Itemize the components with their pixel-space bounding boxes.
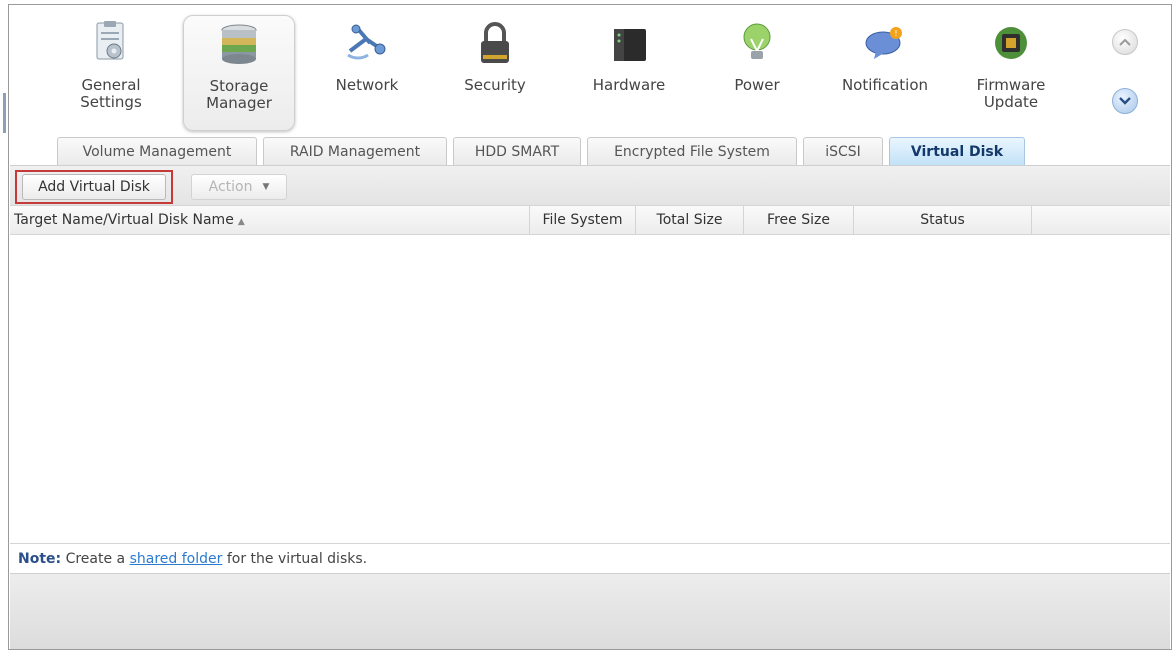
app-label: Security: [464, 76, 526, 94]
caret-down-icon: ▼: [262, 182, 270, 192]
add-virtual-disk-button[interactable]: Add Virtual Disk: [22, 174, 166, 200]
col-free-size[interactable]: Free Size: [744, 206, 854, 234]
hardware-icon: [606, 21, 652, 65]
app-label: Storage Manager: [206, 77, 272, 112]
grid-body: [10, 235, 1170, 543]
footer-bar: [10, 573, 1170, 649]
scroll-up-button[interactable]: [1112, 29, 1138, 55]
note-bar: Note: Create a shared folder for the vir…: [10, 543, 1170, 573]
power-bulb-icon: [734, 21, 780, 65]
app-label: Network: [335, 76, 399, 94]
action-dropdown[interactable]: Action ▼: [191, 174, 287, 200]
notification-icon: !: [862, 21, 908, 65]
col-total-size[interactable]: Total Size: [636, 206, 744, 234]
col-status[interactable]: Status: [854, 206, 1032, 234]
action-label: Action: [208, 179, 253, 195]
app-label: Notification: [841, 76, 929, 94]
tab-raid-management[interactable]: RAID Management: [263, 137, 447, 167]
storage-manager-icon: [216, 22, 262, 66]
general-settings-icon: [88, 21, 134, 65]
app-power[interactable]: Power: [709, 15, 805, 131]
tab-encrypted-file-system[interactable]: Encrypted File System: [587, 137, 797, 167]
svg-text:!: !: [894, 29, 897, 38]
sort-asc-icon: ▲: [237, 217, 245, 227]
app-label: Power: [734, 76, 780, 94]
app-label: General Settings: [80, 76, 142, 111]
app-general-settings[interactable]: General Settings: [63, 15, 159, 131]
app-notification[interactable]: ! Notification: [837, 15, 933, 131]
app-hardware[interactable]: Hardware: [581, 15, 677, 131]
chevron-down-icon: [1119, 97, 1131, 105]
note-text-after: for the virtual disks.: [222, 551, 368, 567]
network-icon: [344, 21, 390, 65]
tab-volume-management[interactable]: Volume Management: [57, 137, 257, 167]
app-label: Hardware: [592, 76, 666, 94]
app-security[interactable]: Security: [447, 15, 543, 131]
tab-iscsi[interactable]: iSCSI: [803, 137, 883, 167]
col-target-name[interactable]: Target Name/Virtual Disk Name ▲: [10, 206, 530, 234]
grid-header: Target Name/Virtual Disk Name ▲ File Syst…: [10, 205, 1170, 235]
lock-icon: [472, 21, 518, 65]
firmware-update-icon: [988, 21, 1034, 65]
toolbar: Add Virtual Disk Action ▼: [10, 165, 1170, 205]
col-file-system[interactable]: File System: [530, 206, 636, 234]
storage-manager-window: General Settings Storage Manager Network…: [3, 4, 1172, 650]
tab-virtual-disk[interactable]: Virtual Disk: [889, 137, 1025, 167]
app-storage-manager[interactable]: Storage Manager: [183, 15, 295, 131]
tab-hdd-smart[interactable]: HDD SMART: [453, 137, 581, 167]
note-text-before: Create a: [61, 551, 130, 567]
col-label: Target Name/Virtual Disk Name: [14, 212, 234, 228]
app-label: Firmware Update: [976, 76, 1046, 111]
note-prefix: Note:: [18, 551, 62, 567]
chevron-up-icon: [1119, 38, 1131, 46]
scroll-down-button[interactable]: [1112, 88, 1138, 114]
app-icon-bar: General Settings Storage Manager Network…: [9, 5, 1171, 135]
shared-folder-link[interactable]: shared folder: [130, 551, 223, 567]
app-firmware-update[interactable]: Firmware Update: [963, 15, 1059, 131]
app-network[interactable]: Network: [319, 15, 415, 131]
